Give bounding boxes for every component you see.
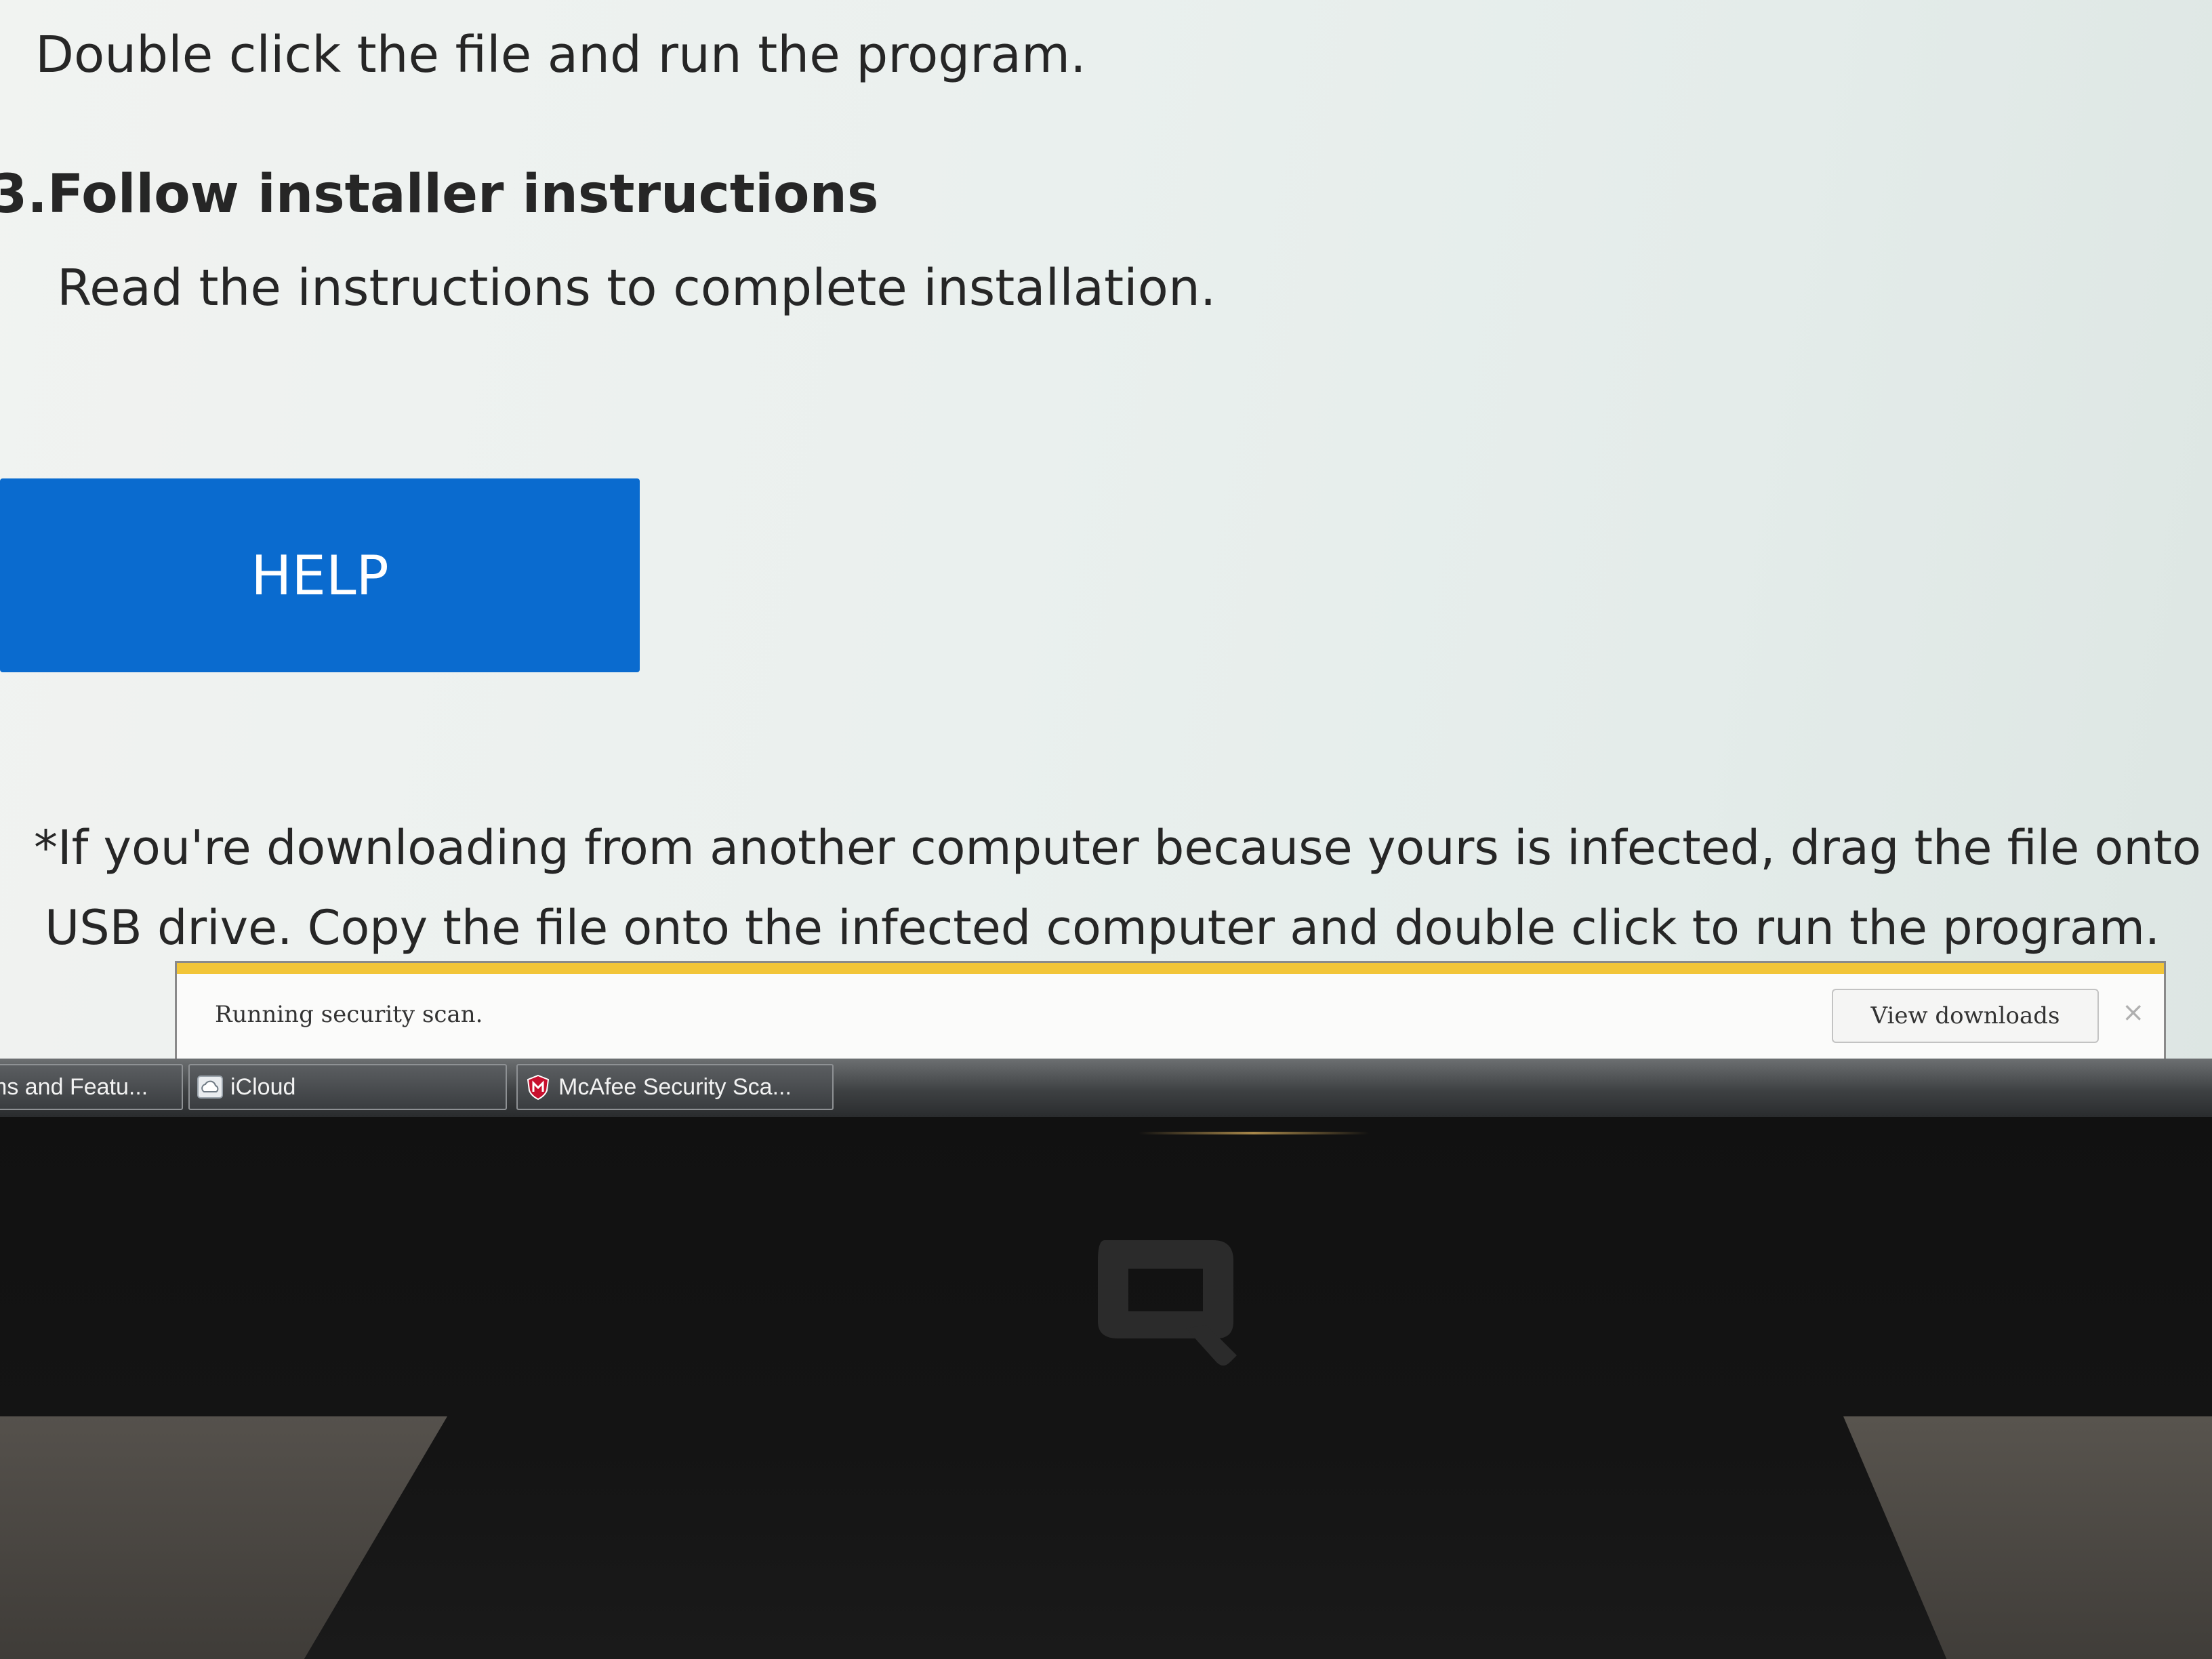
compaq-logo-icon	[1098, 1240, 1237, 1366]
taskbar-item-label: McAfee Security Sca...	[558, 1073, 792, 1100]
scan-progress-accent	[177, 963, 2164, 974]
taskbar: ms and Featu... iCloud McAfee Security S…	[0, 1059, 2212, 1117]
taskbar-item-label: iCloud	[230, 1073, 296, 1100]
step3-number: 3.	[0, 164, 47, 225]
download-status-text: Running security scan.	[215, 1001, 483, 1028]
browser-page: Double click the file and run the progra…	[0, 0, 2212, 1111]
bezel-reflection	[1139, 1132, 1369, 1134]
mcafee-shield-icon	[525, 1073, 552, 1101]
help-button[interactable]: HELP	[0, 478, 640, 672]
download-notification-bar: Running security scan. View downloads ×	[175, 961, 2166, 1069]
step3-heading: Follow installer instructions	[47, 164, 879, 225]
step3-instruction: Read the instructions to complete instal…	[57, 259, 1216, 317]
icloud-icon	[197, 1073, 224, 1101]
taskbar-item-programs-features[interactable]: ms and Featu...	[0, 1064, 183, 1110]
taskbar-item-mcafee[interactable]: McAfee Security Sca...	[516, 1064, 834, 1110]
step2-instruction: Double click the file and run the progra…	[35, 26, 1086, 84]
view-downloads-button[interactable]: View downloads	[1832, 989, 2099, 1043]
usb-note-line2: USB drive. Copy the file onto the infect…	[45, 900, 2160, 956]
taskbar-item-icloud[interactable]: iCloud	[188, 1064, 507, 1110]
close-icon[interactable]: ×	[2122, 997, 2145, 1028]
usb-note-line1: *If you're downloading from another comp…	[34, 820, 2212, 876]
taskbar-item-label: ms and Featu...	[0, 1073, 148, 1100]
